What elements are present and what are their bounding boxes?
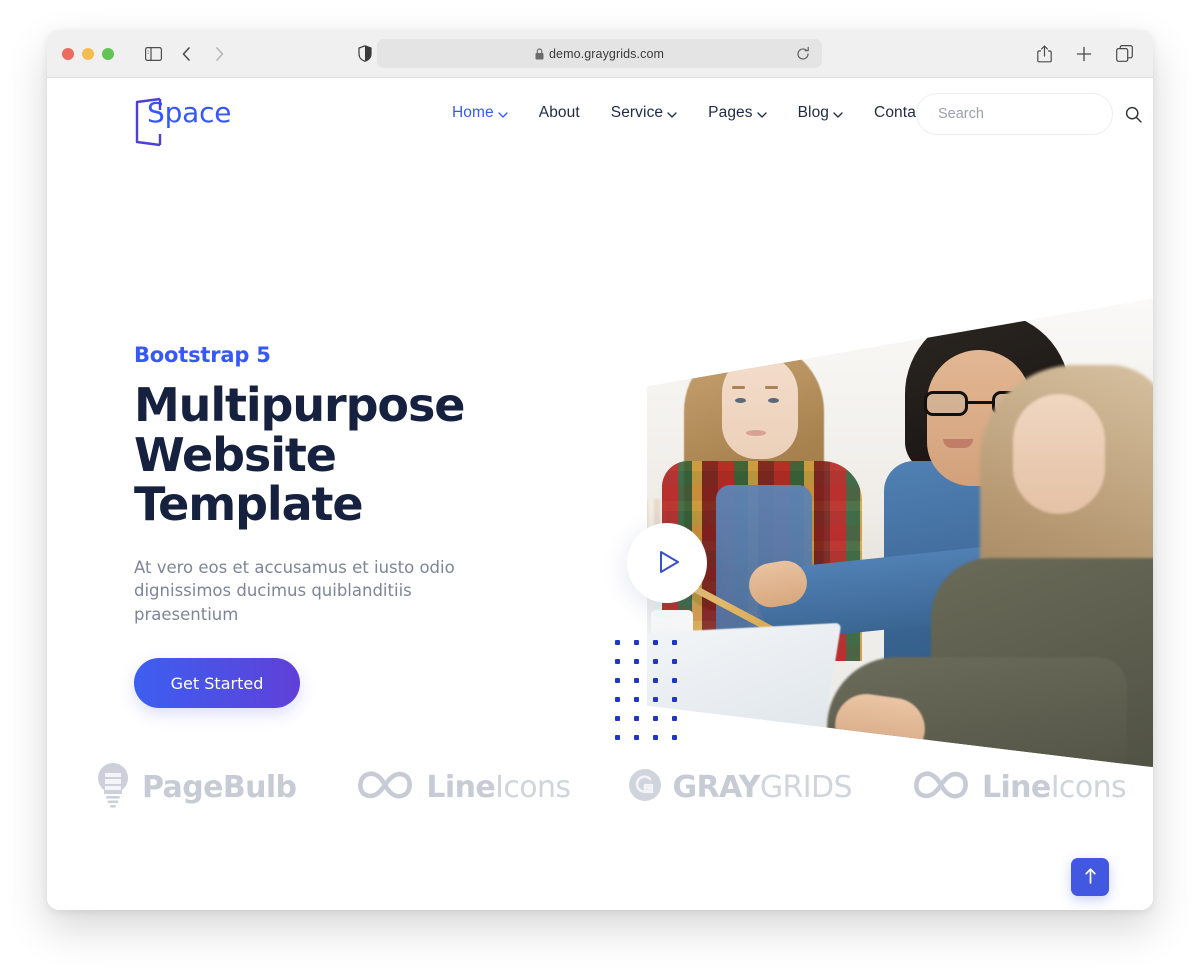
chevron-down-icon [498,105,508,123]
infinity-icon [354,768,416,807]
reload-icon[interactable] [796,46,810,61]
chevron-right-icon[interactable] [206,41,232,67]
graygrids-icon [628,768,662,807]
brand-name-lineicons-1: LineIcons [426,770,571,805]
web-page: Space Home About Service Pages Blog Cont… [47,78,1153,910]
nav-label-pages: Pages [708,104,753,121]
hero-image [647,297,1153,768]
search-input[interactable] [938,106,1125,122]
browser-toolbar: demo.graygrids.com [47,30,1153,78]
brand-bold-part: Line [426,770,496,805]
url-text: demo.graygrids.com [548,46,665,61]
nav-item-home[interactable]: Home [452,103,508,123]
play-icon [655,550,680,577]
brand-light-part: GRIDS [759,770,853,805]
brand-pagebulb[interactable]: PageBulb [94,761,297,814]
scroll-to-top-button[interactable] [1071,858,1109,896]
main-navigation: Home About Service Pages Blog Contact [452,103,928,123]
brand-graygrids[interactable]: GRAYGRIDS [628,768,853,807]
chevron-down-icon [756,105,767,123]
infinity-icon [910,768,972,807]
hero-media [619,288,1153,768]
hero-subtitle: At vero eos et accusamus et iusto odio d… [134,558,455,624]
brand-logo-row: PageBulb LineIcons GRAYGRIDS LineIcons [47,761,1153,814]
close-window-button[interactable] [62,47,74,60]
nav-item-service[interactable]: Service [611,103,677,123]
lock-icon [535,47,544,60]
nav-label-about: About [538,104,580,121]
sidebar-toggle-icon[interactable] [140,41,166,67]
hero-title: Multipurpose Website Template [134,378,465,532]
play-video-button[interactable] [627,523,707,603]
space-bracket-icon [134,97,163,147]
tab-overview-icon[interactable] [1111,41,1137,67]
brand-name-pagebulb: PageBulb [141,770,297,805]
nav-label-blog: Blog [797,104,830,121]
hero-section: Bootstrap 5 Multipurpose Website Templat… [47,148,1153,768]
brand-name-lineicons-2: LineIcons [981,770,1127,805]
hero-eyebrow: Bootstrap 5 [134,343,271,367]
chevron-down-icon [833,105,843,123]
decorative-dot-grid [615,640,691,754]
site-logo[interactable]: Space [134,97,254,147]
search-box[interactable] [916,93,1142,135]
arrow-up-icon [1083,867,1098,888]
plus-icon[interactable] [1071,41,1097,67]
nav-label-service: Service [610,104,664,121]
hero-copy: Bootstrap 5 Multipurpose Website Templat… [134,343,564,709]
browser-window: demo.graygrids.com Space Home About Serv… [47,30,1153,910]
nav-item-blog[interactable]: Blog [798,103,843,123]
brand-lineicons-1[interactable]: LineIcons [354,768,571,807]
address-bar[interactable]: demo.graygrids.com [377,39,822,68]
maximize-window-button[interactable] [102,47,114,60]
brand-light-part: Icons [495,770,571,805]
brand-light-part: Icons [1050,770,1127,805]
brand-name-graygrids: GRAYGRIDS [672,770,852,805]
privacy-shield-icon[interactable] [352,41,378,67]
window-controls [62,47,114,60]
site-header: Space Home About Service Pages Blog Cont… [47,78,1153,148]
share-icon[interactable] [1031,41,1057,67]
nav-item-about[interactable]: About [539,104,580,122]
lightbulb-icon [94,761,132,814]
brand-bold-part: Line [981,770,1051,805]
minimize-window-button[interactable] [82,47,94,60]
brand-lineicons-2[interactable]: LineIcons [910,768,1127,807]
brand-bold-part: GRAY [672,770,760,805]
search-icon[interactable] [1125,106,1142,123]
chevron-left-icon[interactable] [173,41,199,67]
nav-label-home: Home [452,104,494,121]
nav-item-pages[interactable]: Pages [708,103,767,123]
chevron-down-icon [667,105,677,123]
get-started-button[interactable]: Get Started [134,658,300,709]
